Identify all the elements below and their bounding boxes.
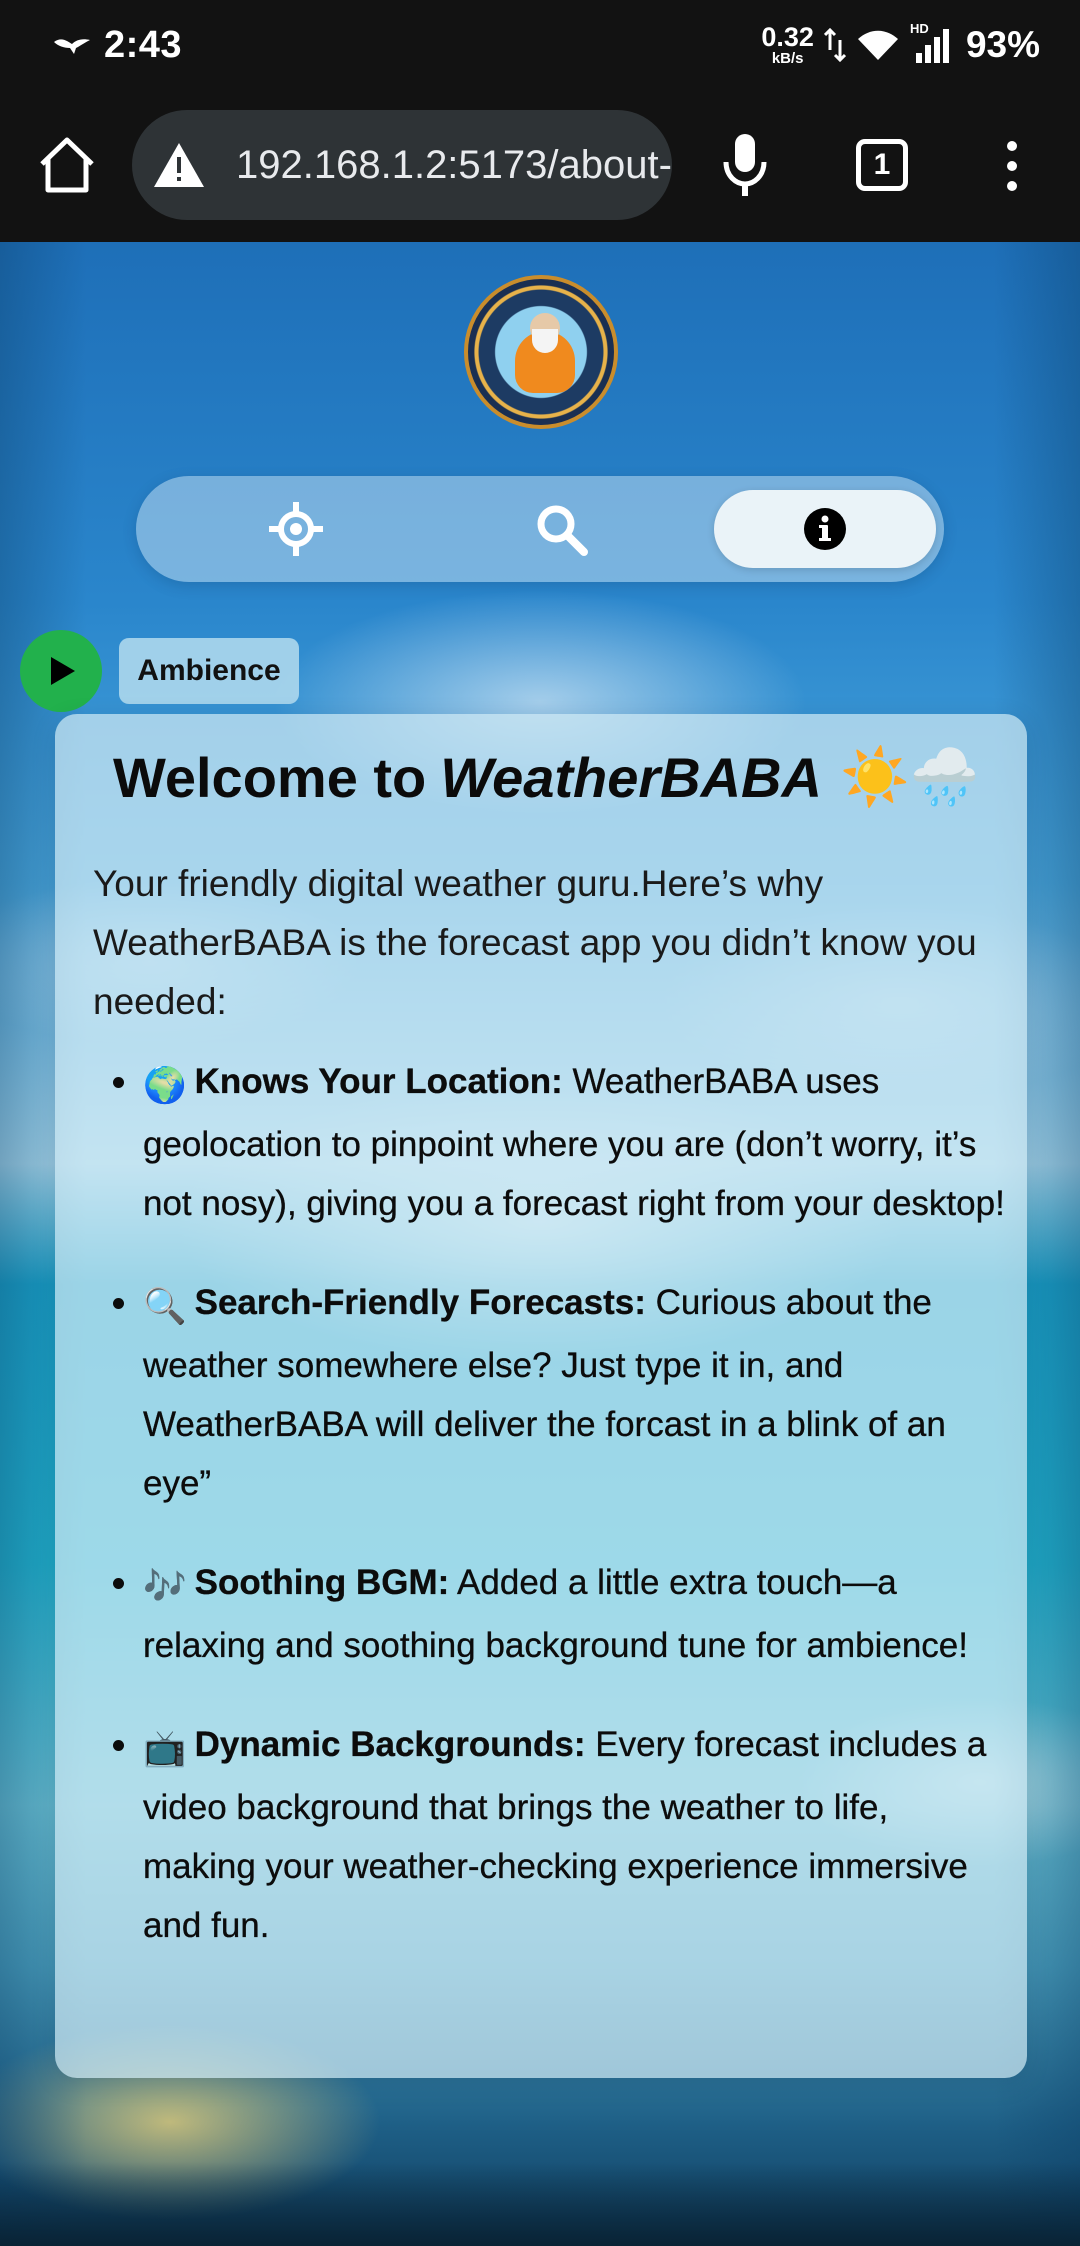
feature-item-backgrounds: 📺 Dynamic Backgrounds: Every forecast inc… bbox=[93, 1715, 1005, 1955]
nav-bar bbox=[136, 476, 944, 582]
weatherbaba-logo[interactable] bbox=[464, 275, 618, 429]
music-notes-icon: 🎶 bbox=[143, 1567, 187, 1606]
globe-icon: 🌍 bbox=[143, 1066, 187, 1105]
feature-heading: Search-Friendly Forecasts: bbox=[194, 1283, 646, 1322]
address-bar[interactable]: 192.168.1.2:5173/about- bbox=[132, 110, 672, 220]
feature-item-location: 🌍 Knows Your Location: WeatherBABA uses g… bbox=[93, 1052, 1005, 1233]
ambience-play-button[interactable] bbox=[20, 630, 102, 712]
nav-locate-button[interactable] bbox=[186, 476, 406, 582]
more-options-icon[interactable] bbox=[1000, 140, 1024, 192]
magnifier-icon: 🔍 bbox=[143, 1287, 187, 1326]
about-card: Welcome to WeatherBABA ☀️🌧️ Your friendl… bbox=[55, 714, 1027, 2078]
status-time: 2:43 bbox=[104, 23, 183, 66]
feature-heading: Soothing BGM: bbox=[194, 1563, 450, 1602]
feature-heading: Knows Your Location: bbox=[194, 1062, 563, 1101]
status-left: 2:43 bbox=[52, 24, 182, 67]
network-speed-value: 0.32 bbox=[761, 22, 814, 52]
network-speed-unit: kB/s bbox=[771, 50, 804, 67]
title-weather-emoji: ☀️🌧️ bbox=[839, 745, 980, 808]
status-bar: 2:43 0.32 kB/s HD 93% bbox=[0, 0, 1080, 90]
play-icon bbox=[51, 657, 75, 685]
data-transfer-icon bbox=[823, 28, 846, 62]
notification-bird-icon bbox=[54, 39, 90, 54]
network-speed: 0.32 kB/s bbox=[761, 22, 814, 67]
signal-bars-icon bbox=[915, 29, 949, 63]
url-text[interactable]: 192.168.1.2:5173/about- bbox=[236, 143, 672, 188]
nav-search-button[interactable] bbox=[451, 476, 671, 582]
browser-toolbar: 192.168.1.2:5173/about- 1 bbox=[0, 90, 1080, 242]
crosshair-icon bbox=[269, 502, 323, 556]
page-title: Welcome to WeatherBABA ☀️🌧️ bbox=[113, 744, 993, 810]
home-icon[interactable] bbox=[36, 134, 98, 196]
feature-item-search: 🔍 Search-Friendly Forecasts: Curious abou… bbox=[93, 1273, 1005, 1513]
television-icon: 📺 bbox=[143, 1729, 187, 1768]
title-brand: WeatherBABA bbox=[440, 745, 822, 809]
feature-heading: Dynamic Backgrounds: bbox=[194, 1725, 586, 1764]
background-bottom-shade bbox=[0, 2162, 1080, 2246]
warning-icon[interactable] bbox=[152, 140, 206, 190]
status-right: 0.32 kB/s HD 93% bbox=[761, 21, 1040, 67]
cellular-signal: HD bbox=[910, 21, 950, 65]
page: Ambience Welcome to WeatherBABA ☀️🌧️ You… bbox=[0, 242, 1080, 2246]
nav-about-button[interactable] bbox=[714, 490, 936, 568]
ambience-label: Ambience bbox=[119, 638, 299, 704]
intro-paragraph: Your friendly digital weather guru.Here’… bbox=[93, 863, 977, 1022]
wifi-icon bbox=[857, 30, 898, 60]
title-prefix: Welcome to bbox=[113, 745, 427, 809]
battery-level: 93% bbox=[965, 24, 1040, 65]
search-icon bbox=[537, 505, 588, 556]
info-icon bbox=[804, 508, 846, 550]
feature-list: 🌍 Knows Your Location: WeatherBABA uses g… bbox=[93, 1052, 1005, 1995]
feature-item-bgm: 🎶 Soothing BGM: Added a little extra touc… bbox=[93, 1553, 1005, 1675]
microphone-icon[interactable] bbox=[722, 132, 768, 198]
tab-switcher-button[interactable]: 1 bbox=[856, 139, 908, 191]
